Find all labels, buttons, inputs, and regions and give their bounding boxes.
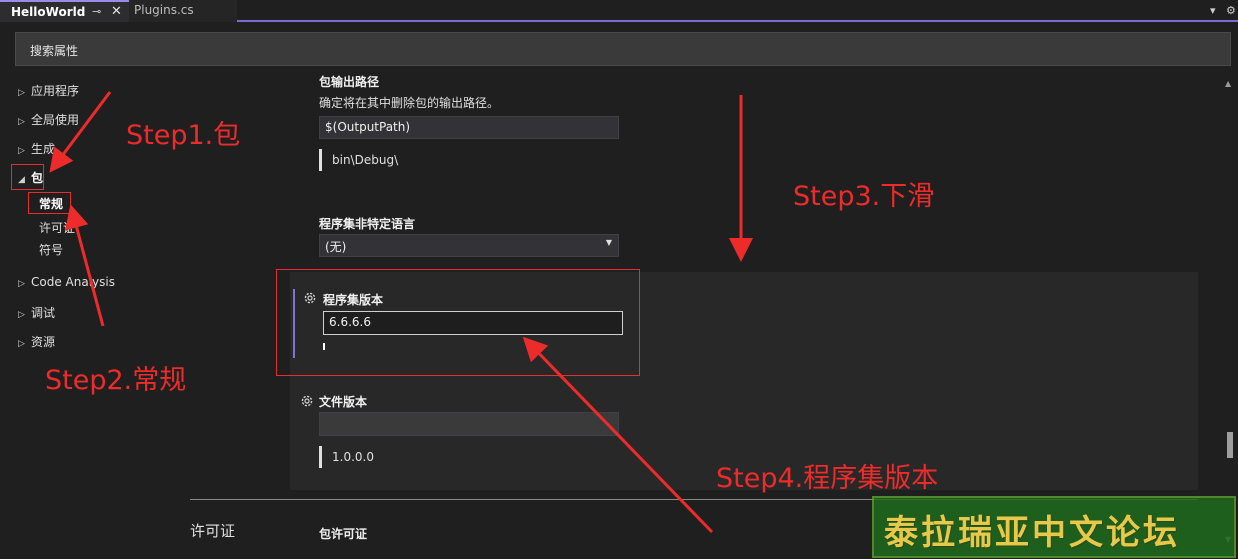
arrow-step2 xyxy=(65,204,105,327)
arrow-step1 xyxy=(49,91,112,173)
watermark-logo: 泰拉瑞亚中文论坛 xyxy=(884,513,1180,553)
step2-annotation: Step2.常规 xyxy=(45,365,187,396)
step1-annotation: Step1.包 xyxy=(126,120,241,151)
step4-annotation: Step4.程序集版本 xyxy=(716,463,939,494)
arrow-step4 xyxy=(522,336,714,534)
step3-annotation: Step3.下滑 xyxy=(793,181,935,212)
annotation-arrows xyxy=(49,91,753,534)
